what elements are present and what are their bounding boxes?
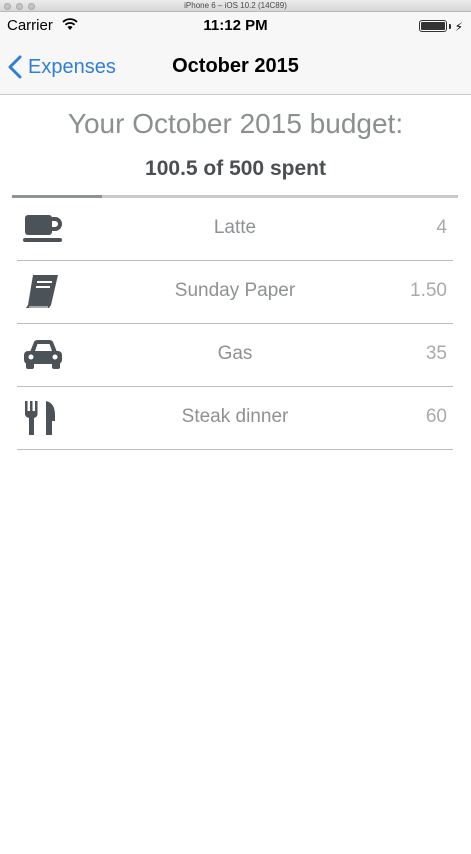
battery-tip <box>449 24 451 29</box>
navigation-bar: Expenses October 2015 <box>0 40 471 95</box>
simulator-title-bar: iPhone 6 – iOS 10.2 (14C89) <box>0 0 471 12</box>
expense-amount: 1.50 <box>410 280 447 301</box>
expense-row[interactable]: Latte 4 <box>17 198 453 261</box>
expense-name: Steak dinner <box>181 406 289 427</box>
expense-row[interactable]: Sunday Paper 1.50 <box>17 261 453 324</box>
fork-knife-icon <box>25 401 55 435</box>
budget-spent-summary: 100.5 of 500 spent <box>145 157 326 180</box>
coffee-cup-icon <box>23 215 62 242</box>
expense-list: Latte 4 Sunday Paper 1.50 Gas 35 Steak d… <box>17 198 453 450</box>
expense-row[interactable]: Steak dinner 60 <box>17 387 453 450</box>
battery-icon <box>419 20 447 32</box>
page-title: October 2015 <box>172 55 299 77</box>
expense-name: Sunday Paper <box>174 280 296 301</box>
expense-amount: 35 <box>425 343 447 364</box>
status-bar: Carrier 11:12 PM ⚡ <box>0 12 471 40</box>
simulator-title: iPhone 6 – iOS 10.2 (14C89) <box>184 1 287 10</box>
book-icon <box>26 275 58 308</box>
expense-name: Gas <box>217 343 253 364</box>
charging-bolt-icon: ⚡ <box>454 20 463 34</box>
budget-heading: Your October 2015 budget: <box>67 108 404 139</box>
expense-name: Latte <box>213 217 257 238</box>
expense-row[interactable]: Gas 35 <box>17 324 453 387</box>
expense-amount: 60 <box>425 406 447 427</box>
expense-amount: 4 <box>436 217 447 238</box>
car-icon <box>24 340 62 369</box>
status-time: 11:12 PM <box>203 17 268 34</box>
